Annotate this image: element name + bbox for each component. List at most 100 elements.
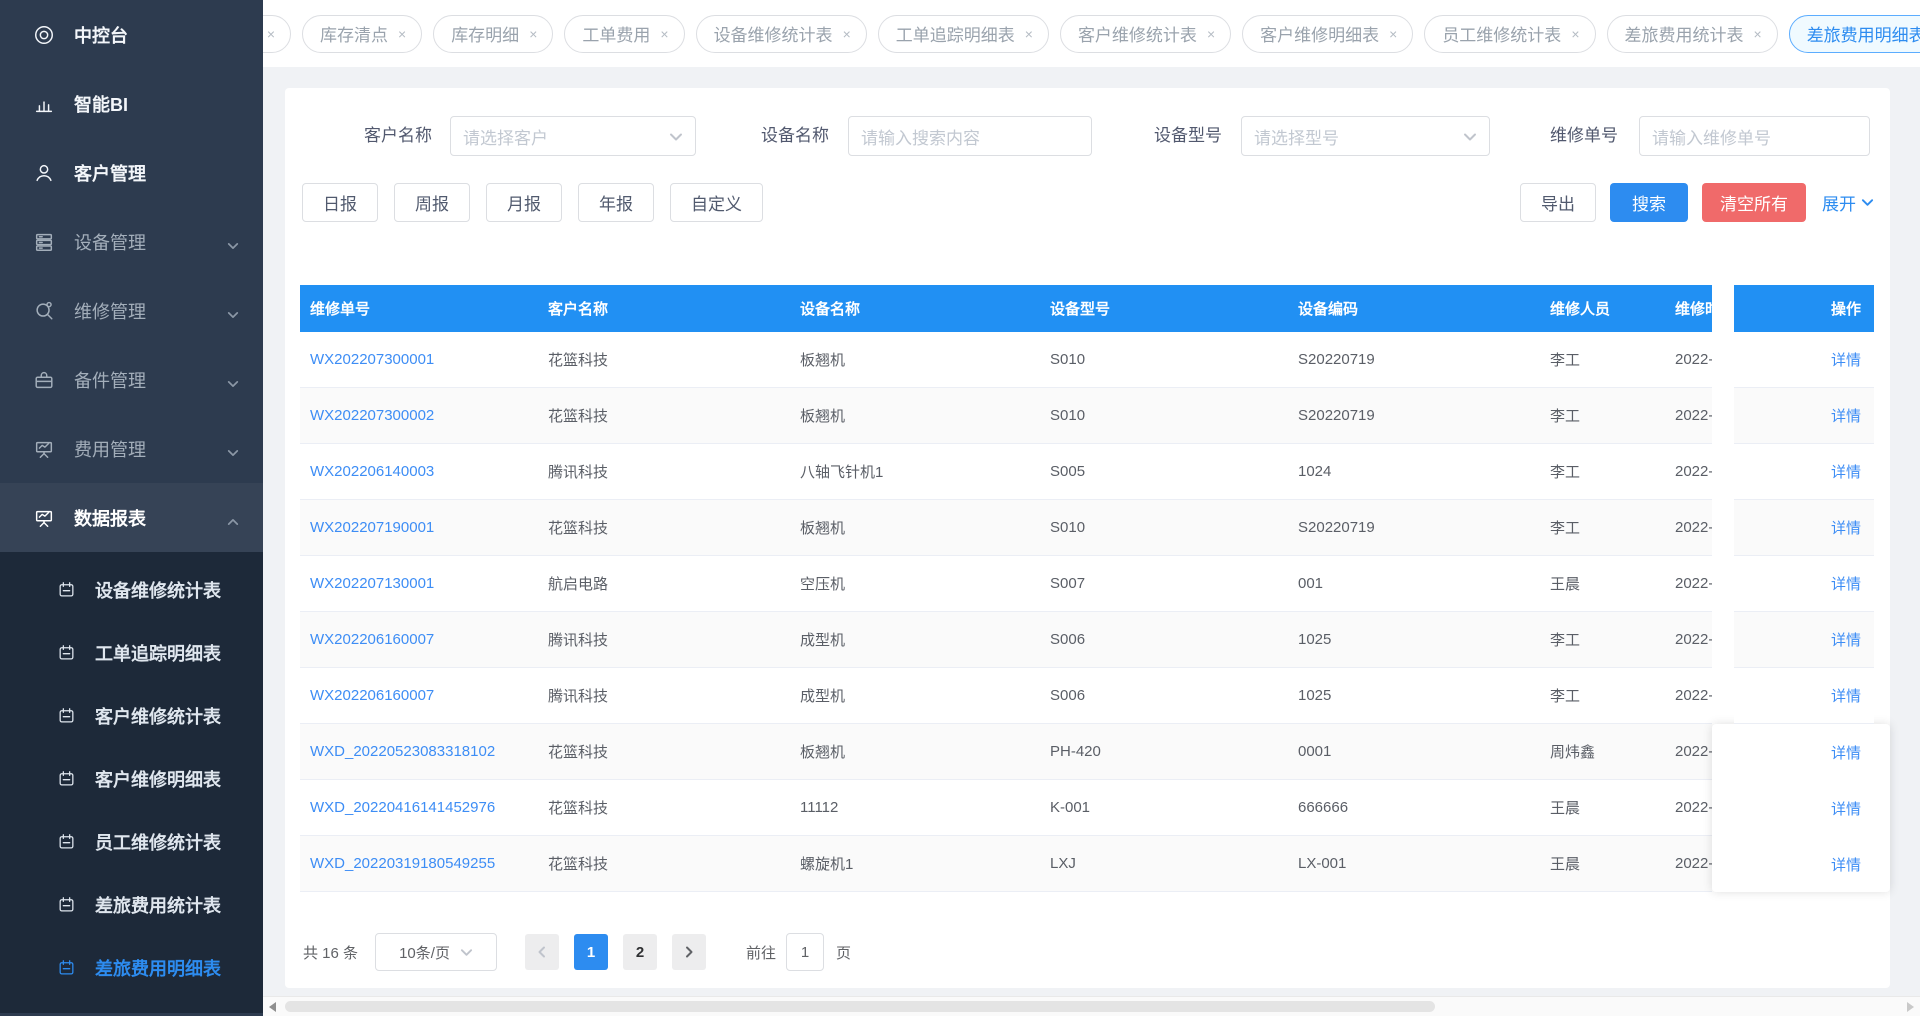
- detail-link[interactable]: 详情: [1831, 629, 1861, 650]
- filter-input-3[interactable]: 请输入维修单号: [1639, 116, 1870, 156]
- scroll-right-arrow-icon[interactable]: [1907, 1002, 1914, 1012]
- submenu-item-label: 设备维修统计表: [95, 580, 221, 601]
- sidebar-item-7[interactable]: 数据报表: [0, 483, 263, 552]
- tab-2[interactable]: 工单费用 ×: [564, 14, 685, 53]
- close-icon[interactable]: ×: [1754, 27, 1762, 41]
- filter-select-2[interactable]: 请选择型号: [1241, 116, 1490, 156]
- expense-icon: [33, 438, 55, 460]
- page-button-2[interactable]: 2: [623, 934, 658, 970]
- sheet-icon: [57, 895, 76, 914]
- total-count: 共 16 条: [303, 944, 359, 962]
- report-submenu: 设备维修统计表工单追踪明细表 客户维修统计表 客户维修明细表 员工维修统计表差旅费用统…: [0, 552, 263, 1013]
- tab-5[interactable]: 客户维修统计表 ×: [1059, 14, 1232, 53]
- action-cell: 详情: [1734, 500, 1874, 556]
- report-button-4[interactable]: 自定义: [670, 183, 763, 222]
- sidebar-item-0[interactable]: 中控台: [0, 0, 263, 69]
- order-number-link[interactable]: WXD_20220523083318102: [300, 743, 538, 760]
- detail-link[interactable]: 详情: [1831, 573, 1861, 594]
- table-row: WX202207300002 花篮科技 板翘机 S010 S20220719 李工 2022…: [300, 388, 1712, 444]
- page-size-select[interactable]: 10条/页: [375, 933, 498, 971]
- export-button[interactable]: 导出: [1520, 183, 1596, 222]
- expand-toggle[interactable]: 展开: [1822, 190, 1874, 215]
- detail-link[interactable]: 详情: [1831, 405, 1861, 426]
- order-number-link[interactable]: WXD_20220319180549255: [300, 855, 538, 872]
- detail-link[interactable]: 详情: [1831, 685, 1861, 706]
- table-cell: 花篮科技: [548, 856, 609, 873]
- submenu-item-4[interactable]: 员工维修统计表: [0, 810, 263, 873]
- tab-1[interactable]: 库存明细 ×: [433, 14, 554, 53]
- horizontal-scrollbar[interactable]: [263, 996, 1920, 1016]
- table-cell: 李工: [1550, 464, 1581, 481]
- tab-4[interactable]: 工单追踪明细表 ×: [877, 14, 1049, 53]
- detail-link[interactable]: 详情: [1831, 349, 1861, 370]
- tab-3[interactable]: 设备维修统计表 ×: [695, 14, 867, 53]
- detail-link[interactable]: 详情: [1831, 461, 1861, 482]
- submenu-item-6[interactable]: 差旅费用明细表: [0, 936, 263, 999]
- tab-9[interactable]: 差旅费用明细表×: [1788, 14, 1920, 53]
- table-scroll-area[interactable]: 维修单号 客户名称 设备名称 设备型号 设备编码 维修人员 维修时间 WX2022073000…: [300, 285, 1712, 900]
- table-cell: 0001: [1298, 743, 1332, 760]
- report-button-2[interactable]: 月报: [486, 183, 562, 222]
- close-icon[interactable]: ×: [660, 27, 668, 41]
- submenu-item-1[interactable]: 工单追踪明细表: [0, 621, 263, 684]
- close-icon[interactable]: ×: [1389, 27, 1397, 41]
- chevron-down-icon: [1463, 129, 1477, 143]
- sidebar-item-5[interactable]: 备件管理: [0, 345, 263, 414]
- submenu-item-2[interactable]: 客户维修统计表: [0, 684, 263, 747]
- order-number-link[interactable]: WX202207300002: [300, 407, 538, 424]
- submenu-item-label: 差旅费用统计表: [95, 895, 221, 916]
- table-cell: 王晨: [1550, 576, 1581, 593]
- table-cell: 腾讯科技: [548, 632, 609, 649]
- detail-link[interactable]: 详情: [1831, 854, 1861, 875]
- tab-partial[interactable]: ×: [263, 14, 291, 53]
- tab-label: 员工维修统计表: [1442, 26, 1562, 45]
- close-icon[interactable]: ×: [398, 27, 406, 41]
- table-cell: 花篮科技: [548, 352, 609, 369]
- search-button[interactable]: 搜索: [1610, 183, 1688, 222]
- prev-page-button[interactable]: [525, 934, 560, 970]
- page-button-1[interactable]: 1: [574, 934, 609, 970]
- submenu-item-0[interactable]: 设备维修统计表: [0, 558, 263, 621]
- order-number-link[interactable]: WX202207130001: [300, 575, 538, 592]
- scrollbar-thumb[interactable]: [285, 1001, 1435, 1012]
- order-number-link[interactable]: WXD_20220416141452976: [300, 799, 538, 816]
- close-icon[interactable]: ×: [1207, 27, 1215, 41]
- filter-input-1[interactable]: 请输入搜索内容: [848, 116, 1092, 156]
- submenu-item-3[interactable]: 客户维修明细表: [0, 747, 263, 810]
- sidebar-item-4[interactable]: 维修管理: [0, 276, 263, 345]
- repair-icon: [33, 300, 55, 322]
- order-number-link[interactable]: WX202206160007: [300, 631, 538, 648]
- sidebar-item-3[interactable]: 设备管理: [0, 207, 263, 276]
- sidebar: 中控台 智能BI 客户管理 设备管理 维修管理 备件管理 费用管理 数据报表设备维修统计表工单…: [0, 0, 263, 1016]
- report-button-0[interactable]: 日报: [302, 183, 378, 222]
- sheet-icon: [57, 580, 76, 599]
- report-button-1[interactable]: 周报: [394, 183, 470, 222]
- close-icon[interactable]: ×: [1571, 27, 1579, 41]
- goto-page-input[interactable]: [786, 933, 825, 971]
- sidebar-item-6[interactable]: 费用管理: [0, 414, 263, 483]
- close-icon[interactable]: ×: [843, 27, 851, 41]
- order-number-link[interactable]: WX202206140003: [300, 463, 538, 480]
- sidebar-item-1[interactable]: 智能BI: [0, 69, 263, 138]
- tab-0[interactable]: 库存清点 ×: [302, 14, 423, 53]
- detail-link[interactable]: 详情: [1831, 798, 1861, 819]
- tab-8[interactable]: 差旅费用统计表 ×: [1606, 14, 1778, 53]
- close-icon[interactable]: ×: [1025, 27, 1033, 41]
- next-page-button[interactable]: [672, 934, 707, 970]
- scroll-left-arrow-icon[interactable]: [269, 1002, 276, 1012]
- clear-all-button[interactable]: 清空所有: [1702, 183, 1806, 222]
- table-cell: 2022-07: [1675, 407, 1712, 424]
- order-number-link[interactable]: WX202207190001: [300, 519, 538, 536]
- sidebar-item-2[interactable]: 客户管理: [0, 138, 263, 207]
- tab-7[interactable]: 员工维修统计表 ×: [1424, 14, 1596, 53]
- submenu-item-5[interactable]: 差旅费用统计表: [0, 873, 263, 936]
- detail-link[interactable]: 详情: [1831, 742, 1861, 763]
- close-icon[interactable]: ×: [267, 27, 275, 41]
- tab-6[interactable]: 客户维修明细表 ×: [1242, 14, 1414, 53]
- order-number-link[interactable]: WX202206160007: [300, 687, 538, 704]
- report-button-3[interactable]: 年报: [578, 183, 654, 222]
- close-icon[interactable]: ×: [529, 27, 537, 41]
- order-number-link[interactable]: WX202207300001: [300, 351, 538, 368]
- detail-link[interactable]: 详情: [1831, 517, 1861, 538]
- filter-select-0[interactable]: 请选择客户: [450, 116, 696, 156]
